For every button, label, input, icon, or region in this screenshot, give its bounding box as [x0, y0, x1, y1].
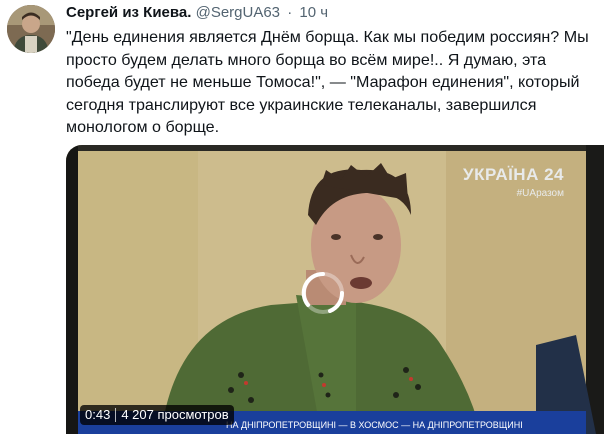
- channel-hashtag: #UAразом: [516, 188, 564, 199]
- tweet-text: "День единения является Днём борща. Как …: [66, 28, 589, 136]
- avatar[interactable]: [7, 5, 55, 53]
- author-handle[interactable]: @SergUA63: [196, 4, 280, 21]
- video-player[interactable]: НА ДНІПРОПЕТРОВЩИНІ — В ХОСМОС — НА ДНІП…: [66, 145, 604, 434]
- channel-logo: УКРАЇНА 24 #UAразом: [463, 165, 564, 199]
- video-time-badge: 0:43 4 207 просмотров: [80, 405, 234, 425]
- avatar-image: [7, 5, 55, 53]
- tweet-header: Сергей из Киева. @SergUA63 · 10 ч: [66, 3, 328, 23]
- channel-logo-text: УКРАЇНА 24: [463, 165, 564, 184]
- news-ticker: НА ДНІПРОПЕТРОВЩИНІ — В ХОСМОС — НА ДНІП…: [226, 420, 523, 430]
- loading-spinner-icon: [301, 271, 345, 314]
- video-views: 4 207 просмотров: [121, 407, 229, 422]
- author-name[interactable]: Сергей из Киева.: [66, 4, 191, 21]
- badge-divider: [115, 408, 117, 422]
- tweet-timestamp[interactable]: 10 ч: [299, 4, 328, 21]
- separator-dot: ·: [287, 4, 293, 21]
- video-duration: 0:43: [85, 407, 111, 422]
